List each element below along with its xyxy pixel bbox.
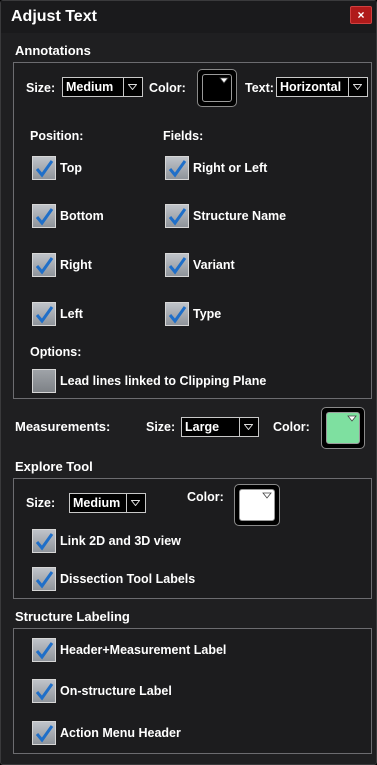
explore-tool-panel: Size: Medium Color: Link 2D and 3D view … <box>13 478 372 599</box>
checkbox-on-structure[interactable] <box>32 679 56 703</box>
measurements-title: Measurements: <box>15 419 111 434</box>
structure-labeling-title: Structure Labeling <box>15 609 130 624</box>
explore-color-fill <box>239 489 275 521</box>
annotations-panel: Size: Medium Color: Text: Horizontal Pos… <box>13 62 372 399</box>
checkbox-position-top[interactable] <box>32 156 56 180</box>
checkbox-position-right[interactable] <box>32 253 56 277</box>
position-left-label: Left <box>60 307 83 321</box>
explore-size-label: Size: <box>26 496 56 510</box>
chevron-down-icon <box>123 78 142 96</box>
checkbox-position-left[interactable] <box>32 302 56 326</box>
measurements-color-fill <box>326 412 360 444</box>
checkbox-field-right-or-left[interactable] <box>165 156 189 180</box>
checkbox-field-structure-name[interactable] <box>165 204 189 228</box>
checkbox-lead-lines[interactable] <box>32 369 56 393</box>
position-right-label: Right <box>60 258 92 272</box>
dissection-labels-label: Dissection Tool Labels <box>60 572 196 586</box>
dialog-title: Adjust Text <box>11 8 97 25</box>
annotations-text-value: Horizontal <box>280 80 342 94</box>
checkbox-action-menu-header[interactable] <box>32 721 56 745</box>
position-bottom-label: Bottom <box>60 209 104 223</box>
annotations-size-value: Medium <box>66 80 114 94</box>
explore-tool-title: Explore Tool <box>15 459 93 474</box>
annotations-color-label: Color: <box>149 81 186 95</box>
measurements-color-label: Color: <box>273 420 310 434</box>
structure-labeling-panel: Header+Measurement Label On-structure La… <box>13 628 372 754</box>
explore-color-swatch[interactable] <box>234 484 280 526</box>
checkbox-dissection-labels[interactable] <box>32 567 56 591</box>
explore-color-label: Color: <box>187 490 224 504</box>
field-structure-name-label: Structure Name <box>193 209 287 223</box>
checkbox-position-bottom[interactable] <box>32 204 56 228</box>
annotations-color-swatch[interactable] <box>197 69 237 107</box>
chevron-down-icon <box>126 494 145 512</box>
header-measurement-label: Header+Measurement Label <box>60 643 227 657</box>
checkbox-header-measurement[interactable] <box>32 638 56 662</box>
annotations-text-dropdown[interactable]: Horizontal <box>276 77 368 97</box>
checkbox-link-2d-3d[interactable] <box>32 529 56 553</box>
annotations-text-label: Text: <box>245 81 274 95</box>
explore-size-dropdown[interactable]: Medium <box>69 493 146 513</box>
fields-title: Fields: <box>163 129 204 143</box>
adjust-text-dialog: Adjust Text × Annotations Size: Medium C… <box>0 0 377 765</box>
close-icon: × <box>357 8 365 22</box>
field-right-or-left-label: Right or Left <box>193 161 268 175</box>
on-structure-label: On-structure Label <box>60 684 172 698</box>
checkbox-field-type[interactable] <box>165 302 189 326</box>
lead-lines-label: Lead lines linked to Clipping Plane <box>60 374 267 388</box>
measurements-size-value: Large <box>185 420 220 434</box>
position-title: Position: <box>30 129 84 143</box>
annotations-size-dropdown[interactable]: Medium <box>62 77 143 97</box>
link-2d-3d-label: Link 2D and 3D view <box>60 534 181 548</box>
chevron-down-icon <box>239 418 258 436</box>
annotations-size-label: Size: <box>26 81 56 95</box>
explore-size-value: Medium <box>73 496 121 510</box>
field-type-label: Type <box>193 307 222 321</box>
field-variant-label: Variant <box>193 258 235 272</box>
annotations-title: Annotations <box>15 43 91 58</box>
options-title: Options: <box>30 345 82 359</box>
position-top-label: Top <box>60 161 82 175</box>
annotations-color-fill <box>202 74 232 102</box>
chevron-down-icon <box>348 78 367 96</box>
checkbox-field-variant[interactable] <box>165 253 189 277</box>
action-menu-header-label: Action Menu Header <box>60 726 181 740</box>
measurements-color-swatch[interactable] <box>321 407 365 449</box>
measurements-size-dropdown[interactable]: Large <box>181 417 259 437</box>
close-button[interactable]: × <box>350 6 372 24</box>
title-bar: Adjust Text × <box>1 1 376 33</box>
measurements-size-label: Size: <box>146 420 176 434</box>
